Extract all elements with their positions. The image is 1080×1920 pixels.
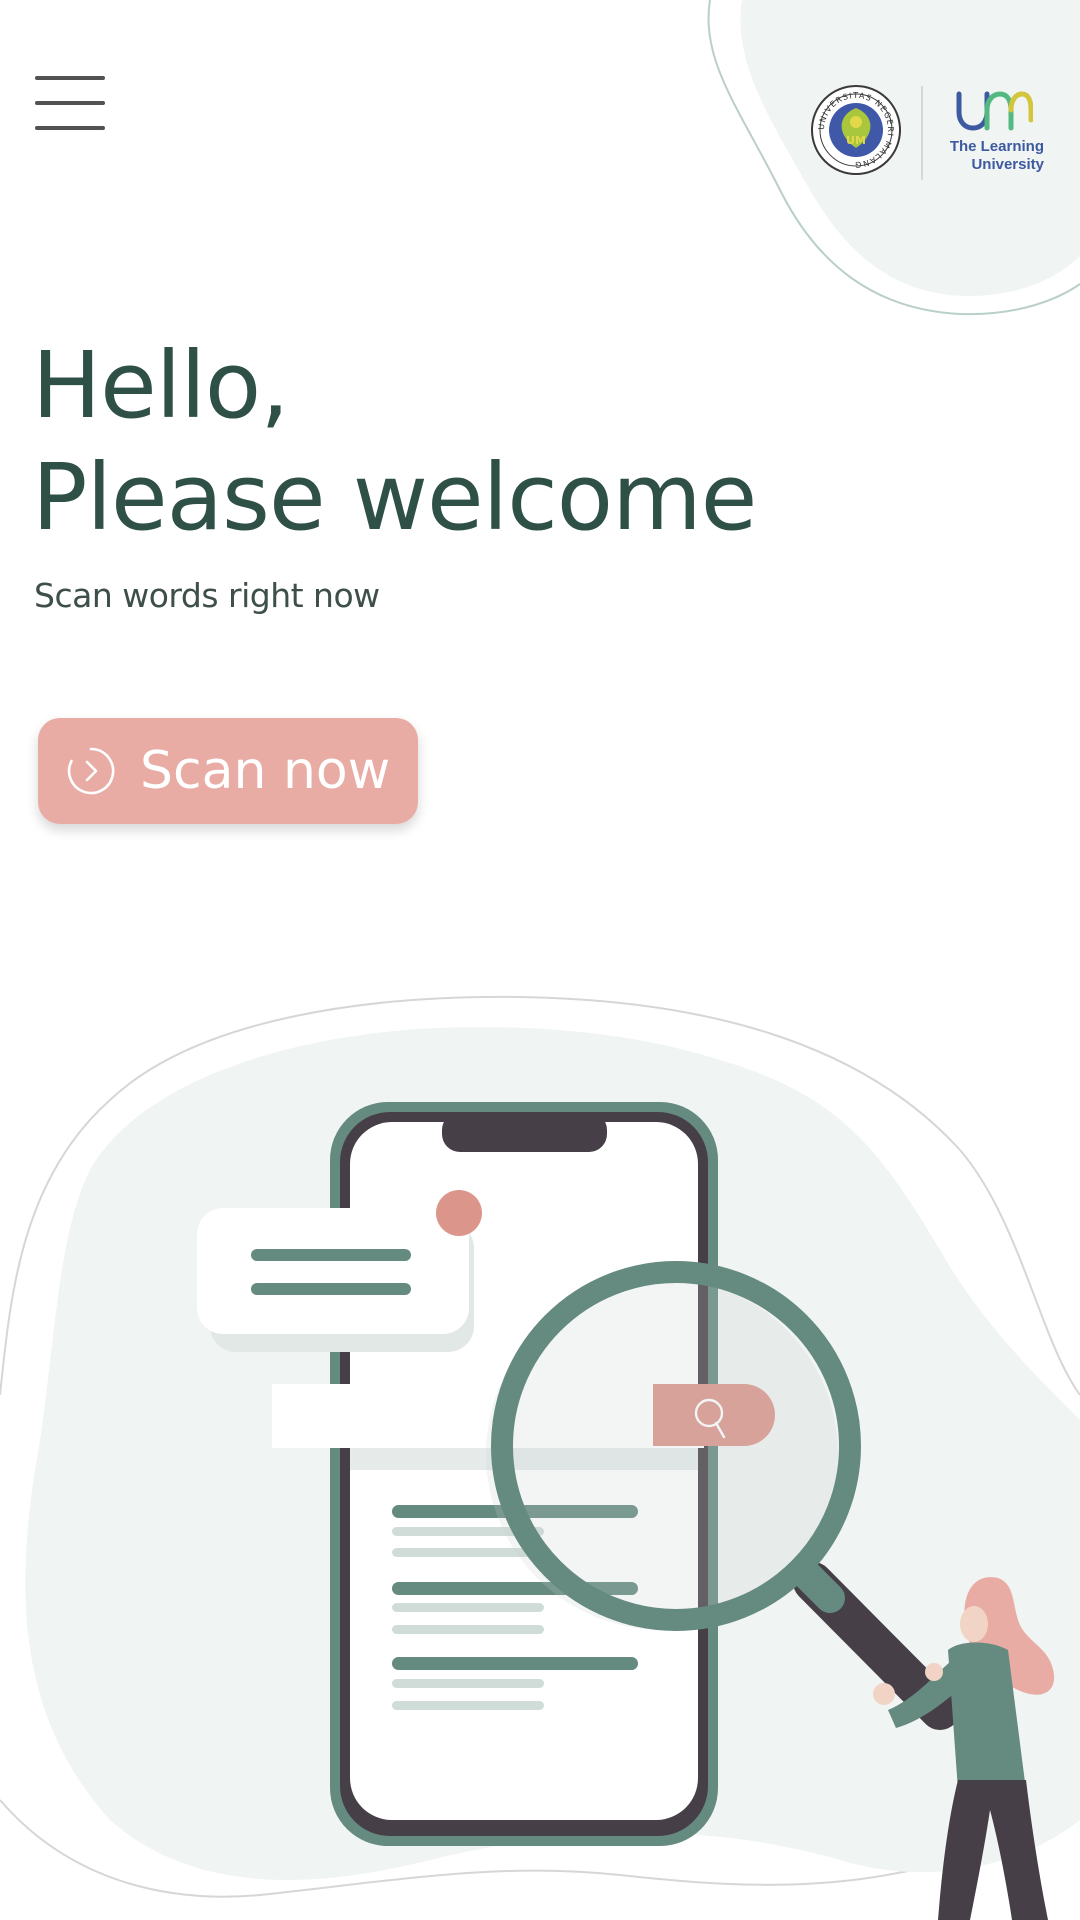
- page-title: Hello, Please welcome: [32, 330, 757, 554]
- um-letters-logo: [956, 91, 1033, 131]
- chevron-circle-right-icon: [67, 747, 115, 795]
- um-tagline-line1: The Learning: [949, 138, 1044, 155]
- logo-divider: [921, 86, 923, 180]
- seal-center-text: UM: [846, 134, 866, 147]
- menu-line-middle: [35, 101, 105, 105]
- phone-search-illustration: [197, 1102, 1055, 1920]
- hamburger-menu-icon[interactable]: [32, 72, 108, 134]
- menu-line-top: [35, 76, 105, 80]
- universitas-negeri-malang-seal-icon: UNIVERSITAS NEGERI MALANG UM: [811, 85, 901, 175]
- page-subtitle: Scan words right now: [34, 576, 380, 615]
- um-logo: The Learning University: [934, 90, 1044, 180]
- woman-figure: [873, 1577, 1055, 1920]
- notification-dot: [436, 1190, 482, 1236]
- title-line-1: Hello,: [32, 332, 289, 439]
- title-line-2: Please welcome: [32, 444, 757, 551]
- um-tagline-line2: University: [971, 156, 1044, 173]
- university-logos: UNIVERSITAS NEGERI MALANG UM The Learnin…: [810, 84, 1044, 184]
- scan-now-label: Scan now: [140, 741, 391, 801]
- chat-bubble: [197, 1208, 469, 1334]
- scan-now-button[interactable]: Scan now: [38, 718, 418, 824]
- um-tagline: The Learning University: [934, 138, 1044, 174]
- menu-line-bottom: [35, 126, 105, 130]
- phone-notch: [442, 1112, 607, 1152]
